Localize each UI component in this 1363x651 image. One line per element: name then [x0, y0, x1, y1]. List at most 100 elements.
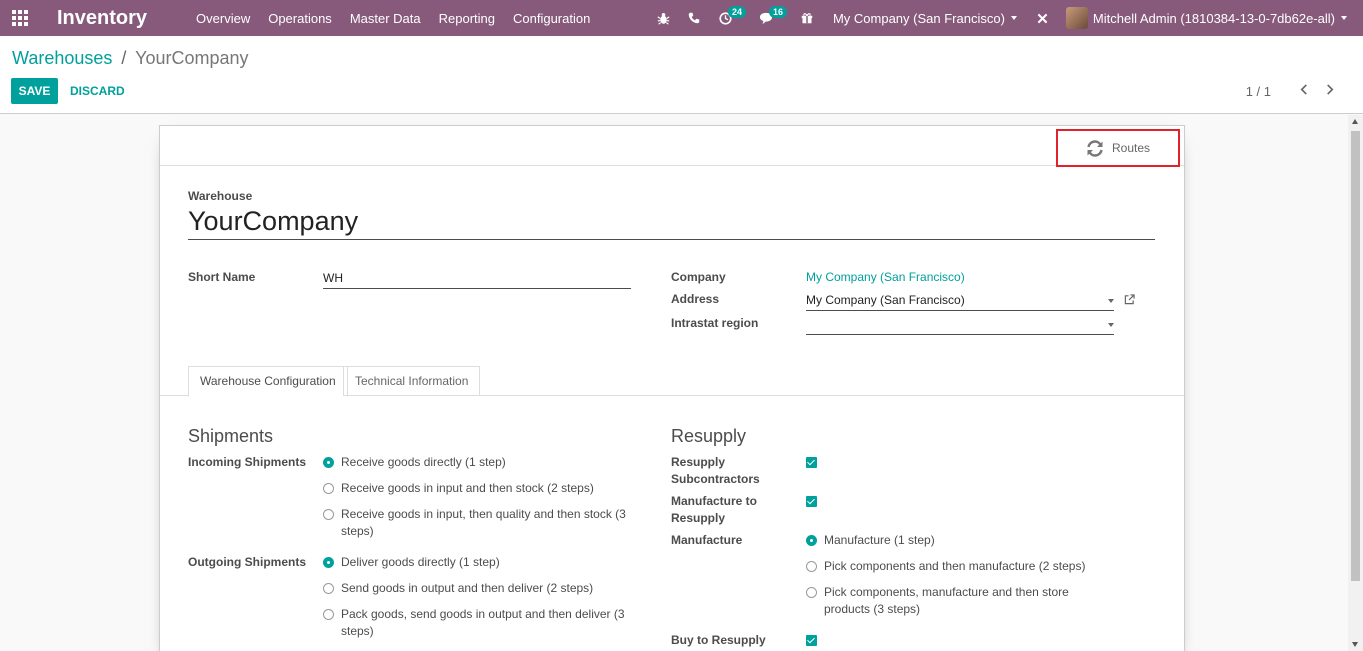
routes-button[interactable]: Routes — [1056, 129, 1180, 167]
user-menu[interactable]: Mitchell Admin (1810384-13-0-7db62e-all) — [1058, 7, 1363, 29]
resupply-subcontractors-checkbox[interactable] — [806, 457, 817, 468]
intrastat-region-label: Intrastat region — [671, 316, 759, 330]
buy-to-resupply-label: Buy to Resupply — [671, 633, 766, 647]
chevron-down-icon — [1010, 16, 1017, 20]
menu-operations[interactable]: Operations — [259, 11, 341, 26]
form-view: Routes Warehouse YourCompany Short Name … — [0, 115, 1363, 651]
incoming-option-1-label: Receive goods directly (1 step) — [341, 455, 506, 469]
short-name-label: Short Name — [188, 270, 256, 284]
incoming-option-3[interactable]: Receive goods in input, then quality and… — [323, 506, 626, 540]
buy-to-resupply-checkbox[interactable] — [806, 635, 817, 646]
outgoing-option-3-label: Pack goods, send goods in output and the… — [341, 607, 625, 638]
pager: 1 / 1 — [1246, 82, 1343, 100]
incoming-option-1[interactable]: Receive goods directly (1 step) — [323, 454, 626, 471]
user-name: Mitchell Admin (1810384-13-0-7db62e-all) — [1092, 10, 1335, 26]
scroll-down-icon[interactable] — [1352, 642, 1358, 647]
close-icon[interactable] — [1027, 0, 1058, 36]
radio-button[interactable] — [806, 587, 817, 598]
manufacture-option-2-label: Pick components and then manufacture (2 … — [824, 559, 1086, 573]
address-select-value: My Company (San Francisco) — [806, 293, 965, 307]
button-box: Routes — [160, 126, 1184, 167]
incoming-shipments-label: Incoming Shipments — [188, 455, 307, 469]
outgoing-option-2-label: Send goods in output and then deliver (2… — [341, 581, 594, 595]
radio-button[interactable] — [323, 609, 334, 620]
messages-count-badge: 16 — [768, 6, 787, 18]
app-name[interactable]: Inventory — [57, 7, 147, 30]
address-label: Address — [671, 292, 720, 306]
save-button[interactable]: SAVE — [11, 78, 58, 104]
manufacture-option-3-label: Pick components, manufacture and then st… — [824, 585, 1069, 616]
radio-button[interactable] — [323, 583, 334, 594]
company-link[interactable]: My Company (San Francisco) — [806, 270, 965, 284]
breadcrumb-current: YourCompany — [135, 48, 249, 68]
radio-button[interactable] — [323, 457, 334, 468]
notebook-tabs: Warehouse Configuration Technical Inform… — [160, 366, 1184, 397]
warehouse-label: Warehouse — [188, 189, 253, 203]
menu-reporting[interactable]: Reporting — [430, 11, 504, 26]
menu-configuration[interactable]: Configuration — [504, 11, 599, 26]
radio-button[interactable] — [323, 557, 334, 568]
debug-bug-icon[interactable] — [648, 0, 679, 36]
gift-icon[interactable] — [792, 0, 823, 36]
outgoing-option-2[interactable]: Send goods in output and then deliver (2… — [323, 580, 626, 597]
manufacture-to-resupply-checkbox[interactable] — [806, 496, 817, 507]
chevron-down-icon — [1108, 299, 1114, 303]
activity-clock-icon[interactable]: 24 — [710, 0, 746, 36]
refresh-icon — [1087, 139, 1103, 157]
radio-button[interactable] — [323, 509, 334, 520]
outgoing-option-3[interactable]: Pack goods, send goods in output and the… — [323, 606, 626, 640]
manufacture-option-1-label: Manufacture (1 step) — [824, 533, 935, 547]
company-switcher[interactable]: My Company (San Francisco) — [823, 11, 1027, 26]
intrastat-region-select[interactable] — [806, 317, 1114, 335]
discard-button[interactable]: DISCARD — [64, 78, 131, 104]
messages-chat-icon[interactable]: 16 — [751, 0, 787, 36]
incoming-option-3-label: Receive goods in input, then quality and… — [341, 507, 626, 538]
outgoing-option-1-label: Deliver goods directly (1 step) — [341, 555, 500, 569]
control-panel: Warehouses / YourCompany SAVE DISCARD 1 … — [0, 36, 1363, 114]
radio-button[interactable] — [806, 535, 817, 546]
breadcrumb-separator: / — [121, 48, 127, 68]
top-navbar: Inventory Overview Operations Master Dat… — [0, 0, 1363, 36]
manufacture-option-2[interactable]: Pick components and then manufacture (2 … — [806, 558, 1089, 575]
pager-next-icon[interactable] — [1317, 82, 1343, 100]
incoming-option-2[interactable]: Receive goods in input and then stock (2… — [323, 480, 626, 497]
menu-overview[interactable]: Overview — [187, 11, 259, 26]
tab-warehouse-configuration[interactable]: Warehouse Configuration — [188, 366, 348, 397]
address-select[interactable]: My Company (San Francisco) — [806, 293, 1114, 311]
outgoing-option-1[interactable]: Deliver goods directly (1 step) — [323, 554, 626, 571]
manufacture-label: Manufacture — [671, 533, 743, 547]
apps-menu-icon[interactable] — [0, 0, 40, 36]
routes-button-label: Routes — [1111, 141, 1151, 155]
vertical-scrollbar[interactable] — [1348, 115, 1363, 651]
scroll-up-icon[interactable] — [1352, 119, 1358, 124]
manufacture-to-resupply-label: Manufacture to Resupply — [671, 494, 758, 525]
pager-counter[interactable]: 1 / 1 — [1246, 84, 1271, 99]
external-link-icon[interactable] — [1124, 293, 1135, 308]
short-name-input[interactable]: WH — [323, 271, 631, 289]
scrollbar-thumb[interactable] — [1351, 131, 1360, 581]
outgoing-shipments-label: Outgoing Shipments — [188, 555, 306, 569]
breadcrumb: Warehouses / YourCompany — [12, 48, 249, 69]
radio-button[interactable] — [323, 483, 334, 494]
radio-button[interactable] — [806, 561, 817, 572]
company-label: Company — [671, 270, 726, 284]
warehouse-name-input[interactable]: YourCompany — [188, 206, 1155, 240]
incoming-option-2-label: Receive goods in input and then stock (2… — [341, 481, 594, 495]
menu-master-data[interactable]: Master Data — [341, 11, 430, 26]
main-menu: Overview Operations Master Data Reportin… — [187, 11, 599, 26]
shipments-section-title: Shipments — [188, 426, 274, 446]
resupply-section-title: Resupply — [671, 426, 747, 446]
phone-icon[interactable] — [679, 0, 710, 36]
manufacture-option-1[interactable]: Manufacture (1 step) — [806, 532, 1089, 549]
chevron-down-icon — [1341, 16, 1347, 20]
breadcrumb-warehouses-link[interactable]: Warehouses — [12, 48, 112, 68]
activity-count-badge: 24 — [727, 6, 746, 18]
tab-technical-information[interactable]: Technical Information — [343, 366, 481, 396]
manufacture-option-3[interactable]: Pick components, manufacture and then st… — [806, 584, 1089, 618]
resupply-subcontractors-label: Resupply Subcontractors — [671, 455, 760, 486]
form-sheet: Routes Warehouse YourCompany Short Name … — [159, 125, 1185, 651]
company-switcher-label: My Company (San Francisco) — [832, 10, 1005, 26]
chevron-down-icon — [1108, 323, 1114, 327]
pager-previous-icon[interactable] — [1291, 82, 1317, 100]
navbar-systray: 24 16 My Company (San Francisco) Mitchel… — [648, 0, 1363, 36]
